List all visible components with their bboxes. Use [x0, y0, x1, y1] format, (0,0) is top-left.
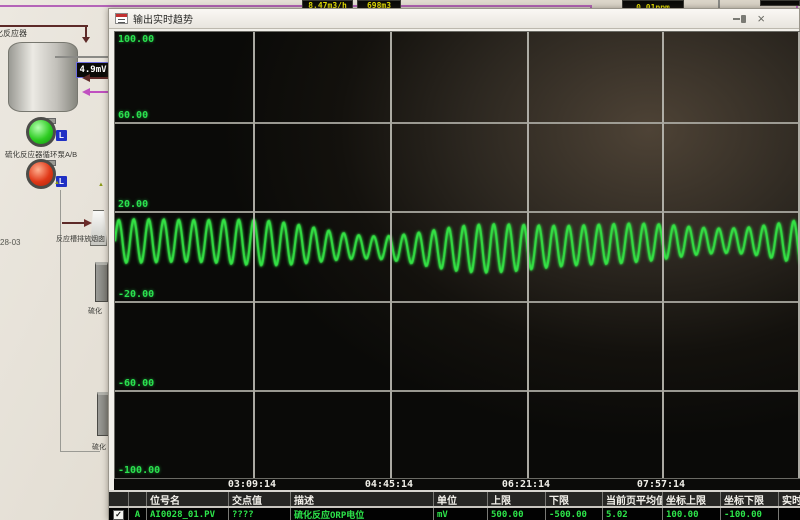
trend-tag-table: 位号名 交点值 描述 单位 上限 下限 当前页平均值 坐标上限 坐标下限 实时 …: [109, 490, 800, 520]
x-axis-tick-label: 03:09:14: [228, 479, 276, 490]
row-low-limit: -500.00: [546, 508, 603, 520]
y-axis-tick-label: -20.00: [118, 289, 154, 300]
pump-b[interactable]: [26, 159, 56, 189]
vertical-gridline: [253, 32, 255, 478]
pump-a-mode-badge: L: [56, 130, 67, 141]
row-select-checkbox[interactable]: ✓: [113, 510, 124, 520]
y-axis-tick-label: -100.00: [118, 465, 160, 476]
scada-screen: 8.47m3/h 698m3 0.01ppm 硫化反应器 4.9mV L 硫化反…: [0, 0, 800, 520]
readout-cut: [760, 0, 800, 6]
col-axis-high: 坐标上限: [663, 492, 721, 506]
pump-a[interactable]: [26, 117, 56, 147]
trend-window: 输出实时趋势 × 100.00 60.00 20.00 -20.00 -60.00 -10…: [108, 8, 800, 520]
row-page-average: 5.02: [603, 508, 663, 520]
table-row[interactable]: ✓ A AI0028_01.PV ???? 硫化反应ORP电位 mV 500.0…: [109, 508, 800, 520]
pipe-feed-drop: [85, 25, 87, 37]
x-axis-tick-label: 07:57:14: [637, 479, 685, 490]
col-cross-value: 交点值: [229, 492, 291, 506]
y-axis-tick-label: 20.00: [118, 199, 148, 210]
pipe-purple-top: [0, 5, 592, 7]
col-low-limit: 下限: [546, 492, 603, 506]
col-tag: 位号名: [147, 492, 229, 506]
arrow-left-magenta-icon: [82, 88, 90, 96]
trend-curve[interactable]: [115, 32, 800, 479]
reactor-vessel[interactable]: [8, 42, 78, 112]
trend-window-icon: [115, 13, 128, 24]
row-realtime: [779, 508, 800, 520]
arrow-right-icon: [84, 219, 92, 227]
row-axis-low: -100.00: [721, 508, 779, 520]
y-axis-tick-label: -60.00: [118, 378, 154, 389]
equipment-column-1: [95, 262, 108, 302]
pipe-return-b: [90, 91, 108, 93]
trend-window-titlebar[interactable]: 输出实时趋势 ×: [109, 9, 799, 29]
col-high-limit: 上限: [488, 492, 546, 506]
col-realtime: 实时: [779, 492, 800, 506]
trend-plot-area: 100.00 60.00 20.00 -20.00 -60.00 -100.00: [114, 31, 800, 479]
trend-window-title: 输出实时趋势: [133, 11, 193, 26]
horizontal-gridline: [115, 211, 800, 213]
col-group: [129, 492, 147, 506]
horizontal-gridline: [115, 122, 800, 124]
col-description: 描述: [291, 492, 434, 506]
time-axis: 03:09:14 04:45:14 06:21:14 07:57:14: [114, 479, 800, 490]
stack-label: 反应槽排放烟囱: [56, 234, 105, 244]
vertical-gridline: [527, 32, 529, 478]
y-axis-tick-label: 100.00: [118, 34, 154, 45]
row-high-limit: 500.00: [488, 508, 546, 520]
row-group: A: [129, 508, 147, 520]
col-axis-low: 坐标下限: [721, 492, 779, 506]
vertical-gridline: [662, 32, 664, 478]
alarm-triangle-icon: ▲: [54, 180, 60, 186]
pipe-return-a: [90, 77, 108, 79]
row-description: 硫化反应ORP电位: [291, 508, 434, 520]
x-axis-tick-label: 04:45:14: [365, 479, 413, 490]
table-header-row: 位号名 交点值 描述 单位 上限 下限 当前页平均值 坐标上限 坐标下限 实时: [109, 492, 800, 508]
vertical-gridline: [390, 32, 392, 478]
horizontal-gridline: [115, 301, 800, 303]
reactor-label: 硫化反应器: [0, 28, 27, 39]
row-cross-value: ????: [229, 508, 291, 520]
horizontal-gridline: [115, 390, 800, 392]
close-icon[interactable]: ×: [757, 12, 765, 25]
pipe-loop-vertical: [60, 190, 61, 452]
arrow-left-icon: [82, 74, 90, 82]
row-unit: mV: [434, 508, 488, 520]
equipment-label-1: 硫化: [88, 306, 102, 316]
row-axis-high: 100.00: [663, 508, 721, 520]
equipment-label-2: 硫化: [92, 442, 106, 452]
y-axis-tick-label: 60.00: [118, 110, 148, 121]
alarm-triangle-icon: ▲: [98, 182, 104, 188]
col-select: [109, 492, 129, 506]
x-axis-tick-label: 06:21:14: [502, 479, 550, 490]
pin-icon[interactable]: [733, 14, 747, 24]
col-page-average: 当前页平均值: [603, 492, 663, 506]
arrow-down-icon: [82, 37, 90, 43]
row-select-cell: ✓: [109, 508, 129, 520]
pipe-to-stack: [62, 222, 86, 224]
row-tag: AI0028_01.PV: [147, 508, 229, 520]
col-unit: 单位: [434, 492, 488, 506]
pipe-top-line: [55, 56, 108, 58]
equipment-tag: 28-03: [0, 238, 20, 247]
pipe-feed: [0, 25, 88, 27]
